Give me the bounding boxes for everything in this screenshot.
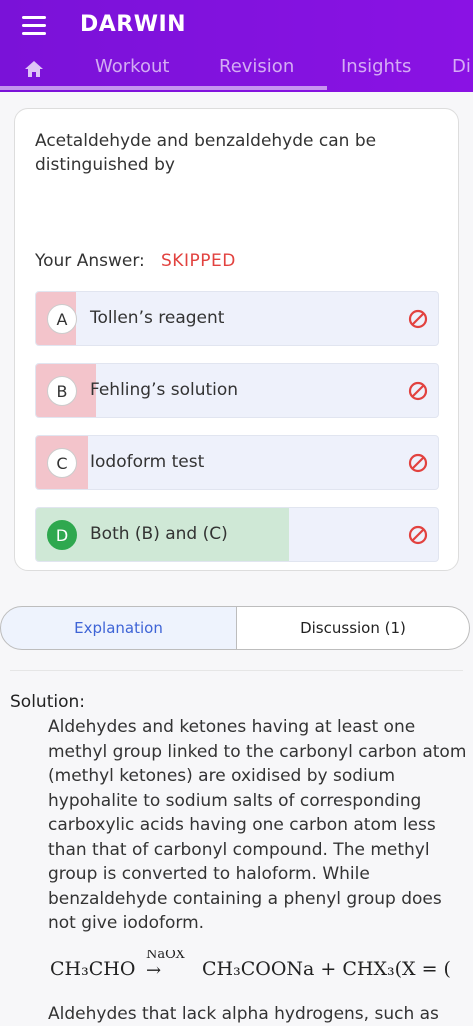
solution-label: Solution: <box>10 692 85 712</box>
explanation-discussion-toggle: Explanation Discussion (1) <box>0 606 473 650</box>
tab-insights[interactable]: Insights <box>341 56 411 77</box>
menu-icon[interactable] <box>22 16 46 36</box>
option-a-text: Tollen’s reagent <box>90 308 225 328</box>
tab-indicator <box>0 86 327 90</box>
question-text: Acetaldehyde and benzaldehyde can be dis… <box>35 131 377 175</box>
app-title: DARWIN <box>80 12 187 37</box>
equation-lhs: CH₃CHO <box>50 958 136 980</box>
discussion-tab[interactable]: Discussion (1) <box>236 606 470 650</box>
option-d[interactable]: D Both (B) and (C) <box>35 507 439 562</box>
prohibited-icon <box>408 453 428 473</box>
answer-status: SKIPPED <box>161 251 236 271</box>
prohibited-icon <box>408 381 428 401</box>
option-c[interactable]: C Iodoform test <box>35 435 439 490</box>
answer-label: Your Answer: <box>35 251 145 271</box>
option-b-text: Fehling’s solution <box>90 380 239 400</box>
prohibited-icon <box>408 525 428 545</box>
option-d-text: Both (B) and (C) <box>90 524 228 544</box>
explanation-tab[interactable]: Explanation <box>0 606 237 650</box>
option-b-letter: B <box>47 376 77 406</box>
app-bar: DARWIN Workout Revision Insights Di <box>0 0 473 92</box>
equation-arrow: → <box>146 960 162 981</box>
option-c-text: Iodoform test <box>90 452 205 472</box>
solution-paragraph-2: Aldehydes that lack alpha hydrogens, suc… <box>48 1004 439 1024</box>
question-card: Acetaldehyde and benzaldehyde can be dis… <box>14 108 459 571</box>
solution-paragraph: Aldehydes and ketones having at least on… <box>48 717 467 933</box>
divider <box>10 670 463 671</box>
option-b[interactable]: B Fehling’s solution <box>35 363 439 418</box>
home-icon[interactable] <box>24 60 44 78</box>
option-d-letter: D <box>47 520 77 550</box>
option-c-letter: C <box>47 448 77 478</box>
tab-revision[interactable]: Revision <box>219 56 294 77</box>
reaction-equation: CH₃CHO NaOX → CH₃COONa + CHX₃(X = ( <box>50 950 473 990</box>
tab-workout[interactable]: Workout <box>95 56 169 77</box>
equation-rhs: CH₃COONa + CHX₃(X = ( <box>202 958 451 980</box>
tab-more[interactable]: Di <box>452 56 471 77</box>
prohibited-icon <box>408 309 428 329</box>
option-a-letter: A <box>47 304 77 334</box>
option-a[interactable]: A Tollen’s reagent <box>35 291 439 346</box>
